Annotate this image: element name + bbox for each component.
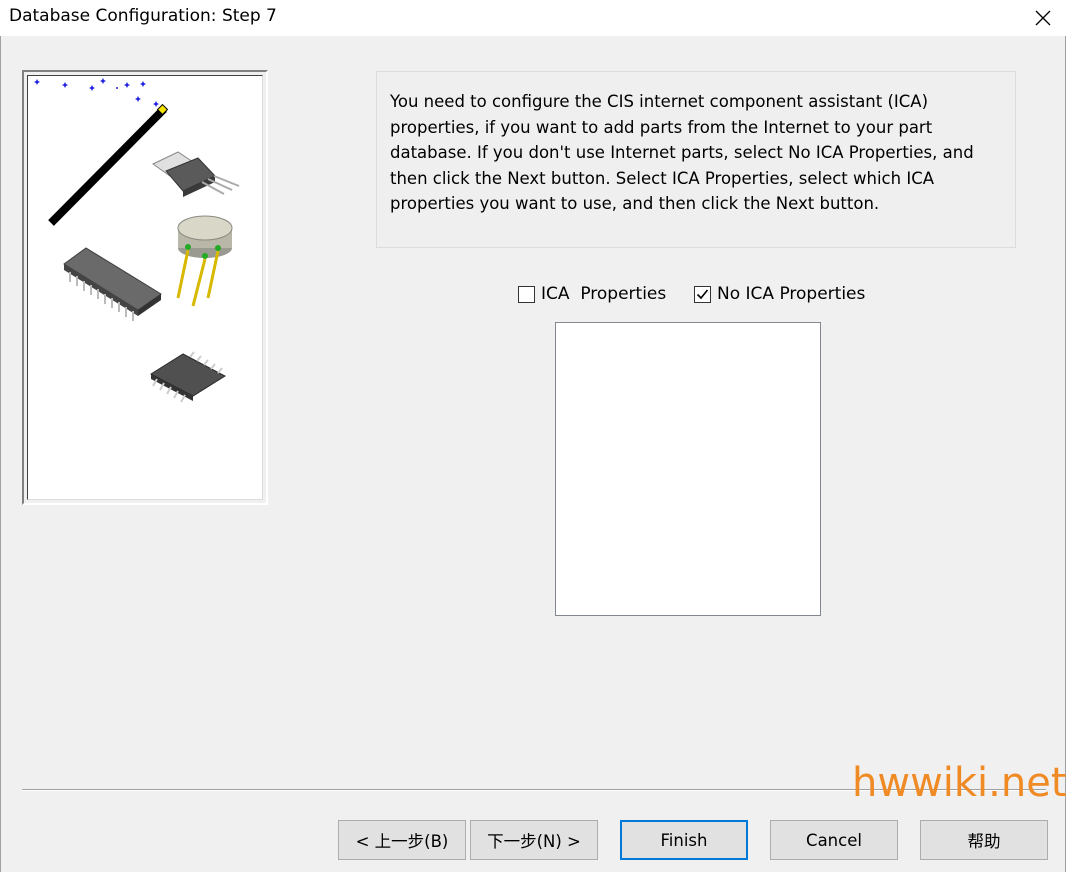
no-ica-properties-label: No ICA Properties — [717, 284, 866, 304]
close-button[interactable] — [1020, 0, 1066, 36]
dip-chip-icon — [63, 247, 162, 321]
help-button[interactable]: 帮助 — [920, 820, 1048, 860]
soic-chip-icon — [149, 351, 227, 403]
components-illustration — [34, 78, 240, 403]
magic-wand-icon — [48, 103, 169, 226]
watermark-text: hwwiki.net — [852, 760, 1066, 806]
window-border-left — [0, 36, 1, 872]
description-text: You need to configure the CIS internet c… — [390, 92, 974, 213]
window-title: Database Configuration: Step 7 — [9, 6, 277, 26]
description-panel: You need to configure the CIS internet c… — [376, 71, 1016, 248]
no-ica-properties-checkbox-box[interactable] — [694, 286, 711, 303]
to220-transistor-icon — [152, 151, 240, 197]
sparkles-icon — [34, 78, 159, 107]
ica-properties-checkbox[interactable]: ICA Properties — [518, 284, 683, 306]
back-button[interactable]: < 上一步(B) — [338, 820, 466, 860]
checkmark-icon — [696, 289, 709, 300]
cancel-button[interactable]: Cancel — [770, 820, 898, 860]
ica-properties-label: ICA Properties — [541, 284, 667, 304]
close-icon — [1035, 10, 1051, 26]
illustration-canvas — [27, 75, 263, 500]
next-button[interactable]: 下一步(N) > — [470, 820, 598, 860]
title-bar: Database Configuration: Step 7 — [0, 0, 1066, 36]
finish-button[interactable]: Finish — [620, 820, 748, 860]
wizard-illustration — [22, 70, 268, 505]
to39-transistor-icon — [176, 215, 233, 307]
no-ica-properties-checkbox[interactable]: No ICA Properties — [694, 284, 884, 306]
ica-properties-list[interactable] — [555, 322, 821, 616]
ica-properties-checkbox-box[interactable] — [518, 286, 535, 303]
